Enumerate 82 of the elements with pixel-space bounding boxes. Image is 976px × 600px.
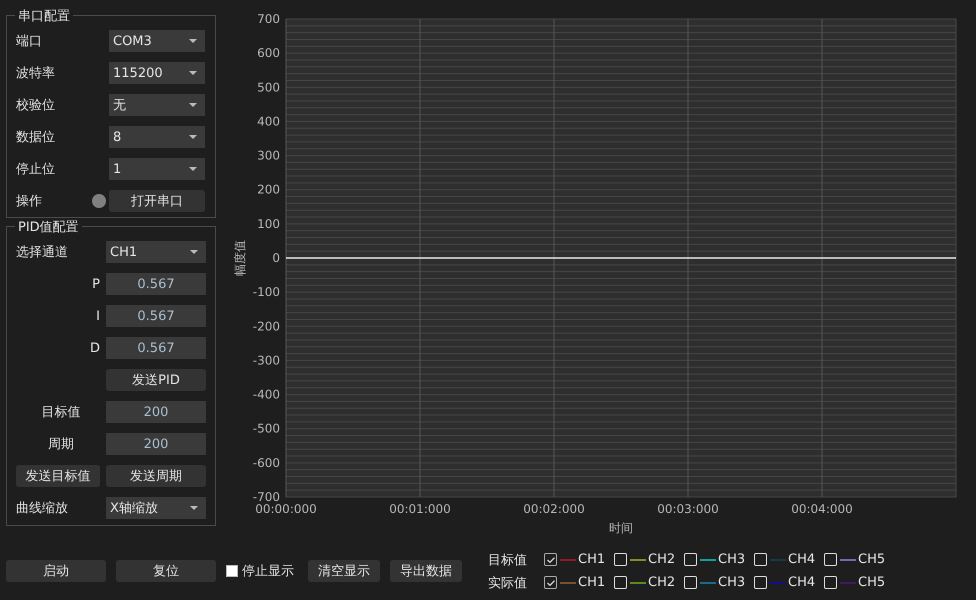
x-axis-title: 时间: [609, 521, 633, 535]
field-label: 校验位: [16, 97, 56, 114]
x-tick-label: 00:04:000: [791, 502, 853, 516]
y-tick-label: 200: [257, 182, 280, 197]
y-axis-title: 幅度值: [233, 240, 247, 276]
checkbox-label: 停止显示: [242, 563, 294, 580]
y-tick-label: -700: [252, 490, 280, 504]
x-tick-label: 00:00:000: [255, 502, 317, 516]
y-tick-label: -500: [252, 422, 280, 436]
field-label: 波特率: [16, 65, 56, 82]
action-button[interactable]: 清空显示: [308, 560, 380, 582]
input-field[interactable]: 0.567: [106, 273, 206, 295]
input-field[interactable]: 200: [106, 401, 206, 423]
y-tick-label: -400: [252, 388, 280, 402]
x-tick-label: 00:01:000: [389, 502, 451, 516]
send-target-button[interactable]: 发送目标值: [16, 465, 100, 487]
check-icon: [546, 556, 554, 562]
field-label: P: [92, 276, 100, 292]
y-tick-label: -100: [252, 285, 280, 300]
dropdown[interactable]: 115200: [109, 62, 205, 84]
y-tick-label: 0: [272, 251, 280, 265]
channel-label: CH4: [788, 552, 816, 567]
channel-label: CH2: [648, 552, 676, 567]
y-tick-label: -300: [252, 353, 280, 368]
channel-label: CH5: [858, 552, 886, 567]
input-field[interactable]: 0.567: [106, 305, 206, 327]
x-tick-label: 00:02:000: [523, 502, 585, 516]
legend-label: 实际值: [488, 574, 528, 592]
field-label: 数据位: [16, 129, 56, 146]
dropdown[interactable]: CH1: [106, 241, 206, 263]
input-field[interactable]: 0.567: [106, 337, 206, 359]
field-label: 停止位: [16, 161, 56, 178]
caret-icon: [189, 39, 197, 43]
open-port-button[interactable]: 打开串口: [109, 190, 205, 212]
input-field[interactable]: 200: [106, 433, 206, 455]
dropdown[interactable]: COM3: [109, 30, 205, 52]
send-pid-button[interactable]: 发送PID: [106, 369, 206, 391]
legend-label: 目标值: [488, 552, 528, 568]
y-tick-label: 700: [257, 12, 280, 26]
dropdown[interactable]: 无: [109, 94, 205, 116]
field-label: I: [96, 308, 100, 324]
channel-label: CH3: [718, 575, 746, 590]
send-period-button[interactable]: 发送周期: [106, 465, 206, 487]
channel-label: CH1: [578, 552, 606, 567]
action-button[interactable]: 导出数据: [390, 560, 462, 582]
field-label: 目标值: [42, 404, 80, 421]
channel-label: CH1: [578, 575, 606, 590]
checkbox[interactable]: [226, 565, 238, 577]
group-title: PID值配置: [15, 218, 82, 236]
y-tick-label: -200: [252, 319, 280, 334]
checkbox[interactable]: [544, 553, 557, 566]
x-tick-label: 00:03:000: [657, 502, 719, 516]
dropdown[interactable]: X轴缩放: [106, 497, 206, 519]
y-tick-label: 400: [257, 114, 280, 128]
channel-label: CH4: [788, 575, 816, 590]
action-button[interactable]: 复位: [116, 560, 216, 582]
caret-icon: [189, 135, 197, 139]
field-label: 曲线缩放: [16, 500, 69, 517]
channel-label: CH5: [858, 575, 886, 590]
field-label: 选择通道: [16, 244, 69, 261]
caret-icon: [189, 103, 197, 107]
field-label: 操作: [16, 193, 42, 210]
caret-icon: [189, 167, 197, 171]
y-tick-label: 600: [257, 46, 280, 60]
y-tick-label: 100: [257, 216, 280, 231]
dropdown[interactable]: 8: [109, 126, 205, 148]
checkbox[interactable]: [544, 576, 557, 589]
field-label: D: [90, 340, 100, 356]
channel-label: CH3: [718, 552, 746, 567]
dropdown[interactable]: 1: [109, 158, 205, 180]
action-button[interactable]: 启动: [6, 560, 106, 582]
group-title: 串口配置: [15, 7, 73, 25]
field-label: 周期: [48, 436, 74, 453]
caret-icon: [190, 506, 198, 510]
caret-icon: [189, 71, 197, 75]
field-label: 端口: [16, 33, 43, 50]
caret-icon: [190, 250, 198, 254]
channel-label: CH2: [648, 575, 676, 590]
y-tick-label: -600: [252, 456, 280, 470]
y-tick-label: 500: [257, 80, 280, 94]
check-icon: [546, 580, 554, 586]
y-tick-label: 300: [257, 148, 280, 163]
